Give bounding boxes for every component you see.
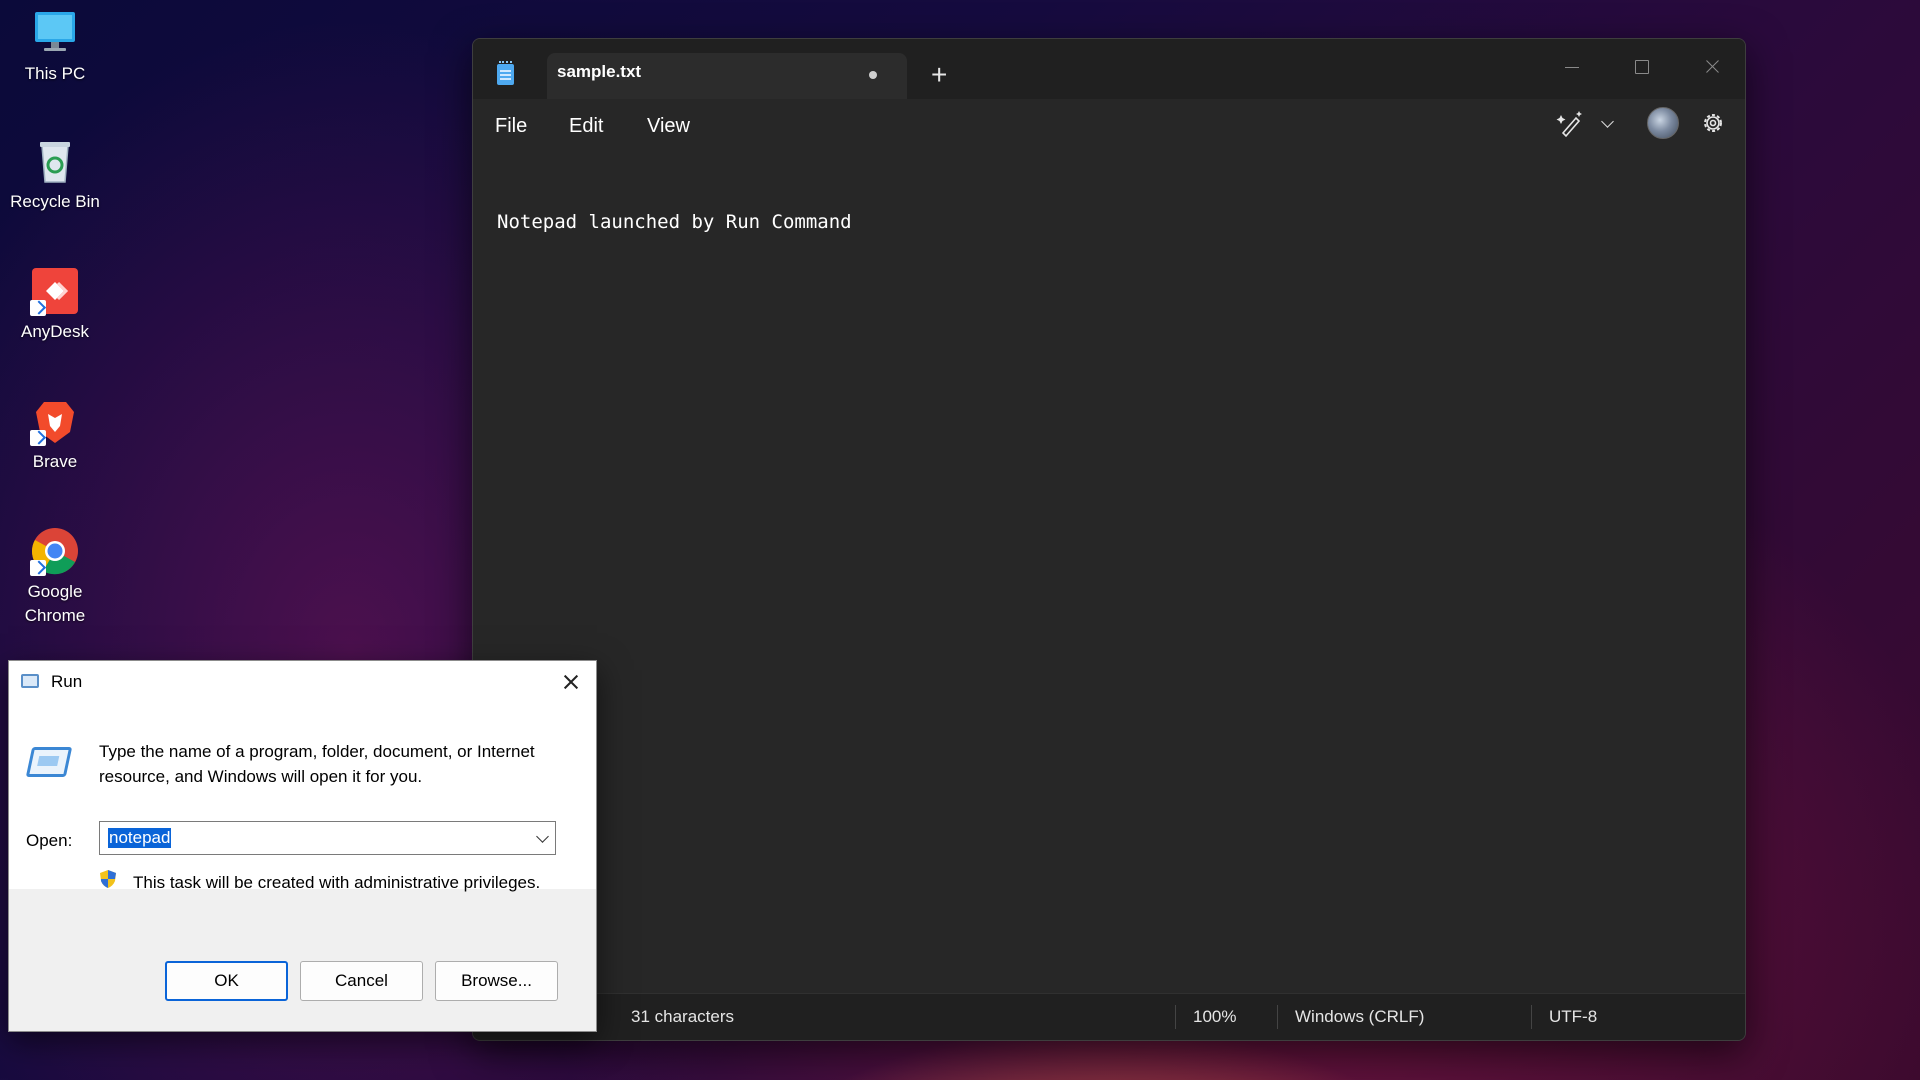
recycle-bin-icon: [30, 136, 80, 186]
maximize-button[interactable]: [1619, 49, 1665, 85]
ok-button[interactable]: OK: [165, 961, 288, 1001]
this-pc-icon: [30, 8, 80, 58]
desktop-icon-anydesk[interactable]: AnyDesk: [0, 266, 110, 344]
menu-edit[interactable]: Edit: [569, 115, 603, 138]
shortcut-arrow-icon: [30, 560, 46, 576]
desktop-icon-label: Brave: [32, 452, 78, 471]
shortcut-arrow-icon: [30, 300, 46, 316]
close-button[interactable]: [1689, 49, 1735, 85]
open-combobox[interactable]: notepad: [99, 821, 556, 855]
run-program-icon: [25, 747, 73, 777]
desktop-icon-label: This PC: [24, 64, 86, 83]
gear-icon: [1704, 114, 1722, 132]
minimize-button[interactable]: [1549, 49, 1595, 85]
chrome-icon: [30, 526, 80, 576]
run-titlebar: Run: [9, 661, 596, 703]
notepad-icon: [497, 61, 514, 85]
line-ending[interactable]: Windows (CRLF): [1295, 1007, 1424, 1027]
pen-sparkle-icon: [1556, 111, 1582, 138]
anydesk-icon: [30, 266, 80, 316]
encoding[interactable]: UTF-8: [1549, 1007, 1597, 1027]
run-content: Type the name of a program, folder, docu…: [9, 703, 596, 892]
text-editor[interactable]: [473, 189, 1745, 994]
browse-button[interactable]: Browse...: [435, 961, 558, 1001]
open-label: Open:: [26, 831, 73, 850]
desktop-icon-brave[interactable]: Brave: [0, 396, 110, 474]
desktop-icon-this-pc[interactable]: This PC: [0, 8, 110, 86]
chevron-down-icon[interactable]: [536, 830, 549, 843]
zoom-level[interactable]: 100%: [1193, 1007, 1236, 1027]
run-dialog: Run Type the name of a program, folder, …: [8, 660, 597, 1032]
desktop-icon-google-chrome[interactable]: Google Chrome: [0, 526, 110, 628]
uac-shield-icon: [100, 870, 116, 888]
unsaved-dot-icon[interactable]: [869, 71, 877, 79]
run-close-button[interactable]: [554, 667, 588, 697]
account-avatar[interactable]: [1647, 107, 1679, 139]
settings-button[interactable]: [1699, 109, 1727, 137]
tab-title: sample.txt: [557, 62, 642, 81]
shortcut-arrow-icon: [30, 430, 46, 446]
run-icon: [21, 674, 39, 688]
cancel-button[interactable]: Cancel: [300, 961, 423, 1001]
copilot-rewrite-button[interactable]: [1555, 109, 1585, 139]
brave-icon: [30, 396, 80, 446]
desktop-icon-label: AnyDesk: [20, 322, 90, 341]
run-title: Run: [51, 672, 83, 691]
menu-file[interactable]: File: [495, 115, 527, 138]
status-bar: 31 characters 100% Windows (CRLF) UTF-8: [473, 993, 1745, 1040]
menu-view[interactable]: View: [647, 115, 690, 138]
chevron-down-icon[interactable]: [1601, 115, 1614, 128]
admin-privileges-note: This task will be created with administr…: [133, 873, 541, 892]
notepad-window: sample.txt + File Edit View Notepad laun…: [472, 38, 1746, 1041]
new-tab-button[interactable]: +: [931, 61, 947, 89]
editor-content: Notepad launched by Run Command: [497, 211, 852, 233]
notepad-titlebar: sample.txt +: [473, 39, 1745, 99]
desktop-icon-label: Google Chrome: [24, 582, 86, 625]
desktop-icon-recycle-bin[interactable]: Recycle Bin: [0, 136, 110, 214]
run-description: Type the name of a program, folder, docu…: [99, 742, 535, 786]
open-input-value[interactable]: notepad: [108, 828, 172, 848]
desktop-icon-label: Recycle Bin: [10, 192, 100, 211]
character-count: 31 characters: [631, 1007, 734, 1026]
